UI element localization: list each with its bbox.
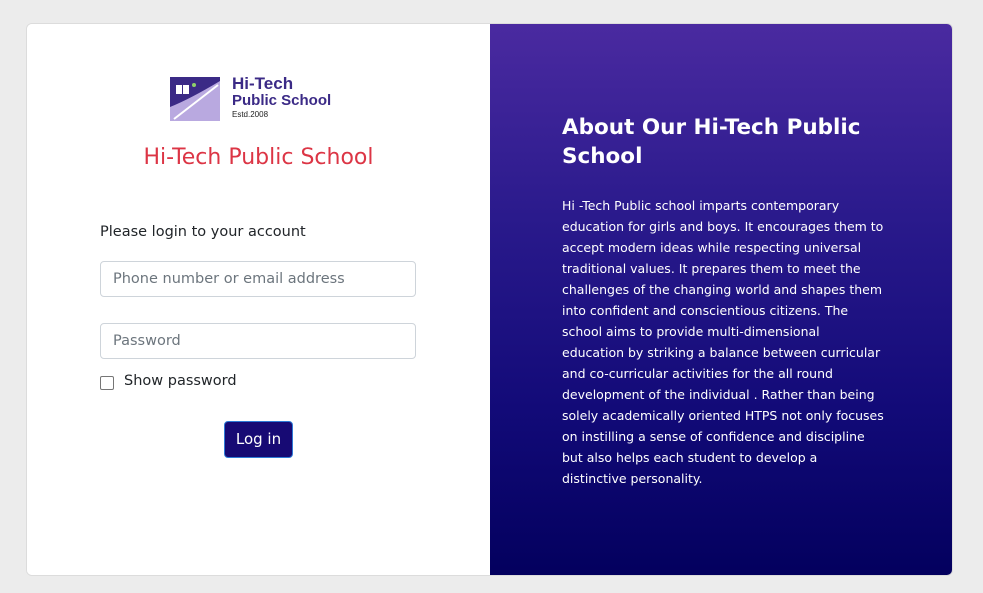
logo-title: Hi-Tech: [232, 74, 294, 93]
login-prompt: Please login to your account: [100, 224, 306, 240]
logo-subtitle: Public School: [232, 92, 332, 109]
school-name-heading: Hi-Tech Public School: [143, 145, 374, 170]
logo-established: Estd.2008: [232, 110, 269, 119]
email-phone-input[interactable]: [100, 261, 416, 297]
about-title: About Our Hi-Tech Public School: [562, 115, 861, 169]
school-logo: Hi-Tech Public School Estd.2008: [170, 75, 350, 121]
login-panel: Hi-Tech Public School Estd.2008 Hi-Tech …: [27, 24, 490, 575]
show-password-checkbox[interactable]: [100, 376, 114, 390]
about-panel: About Our Hi-Tech Public School Hi -Tech…: [490, 24, 952, 575]
show-password-option[interactable]: Show password: [100, 372, 237, 390]
login-card: Hi-Tech Public School Estd.2008 Hi-Tech …: [26, 23, 953, 576]
password-input[interactable]: [100, 323, 416, 359]
show-password-label[interactable]: Show password: [124, 373, 237, 389]
login-button[interactable]: Log in: [224, 421, 293, 458]
school-emblem-icon: [170, 77, 220, 121]
about-description: Hi -Tech Public school imparts contempor…: [562, 198, 884, 486]
